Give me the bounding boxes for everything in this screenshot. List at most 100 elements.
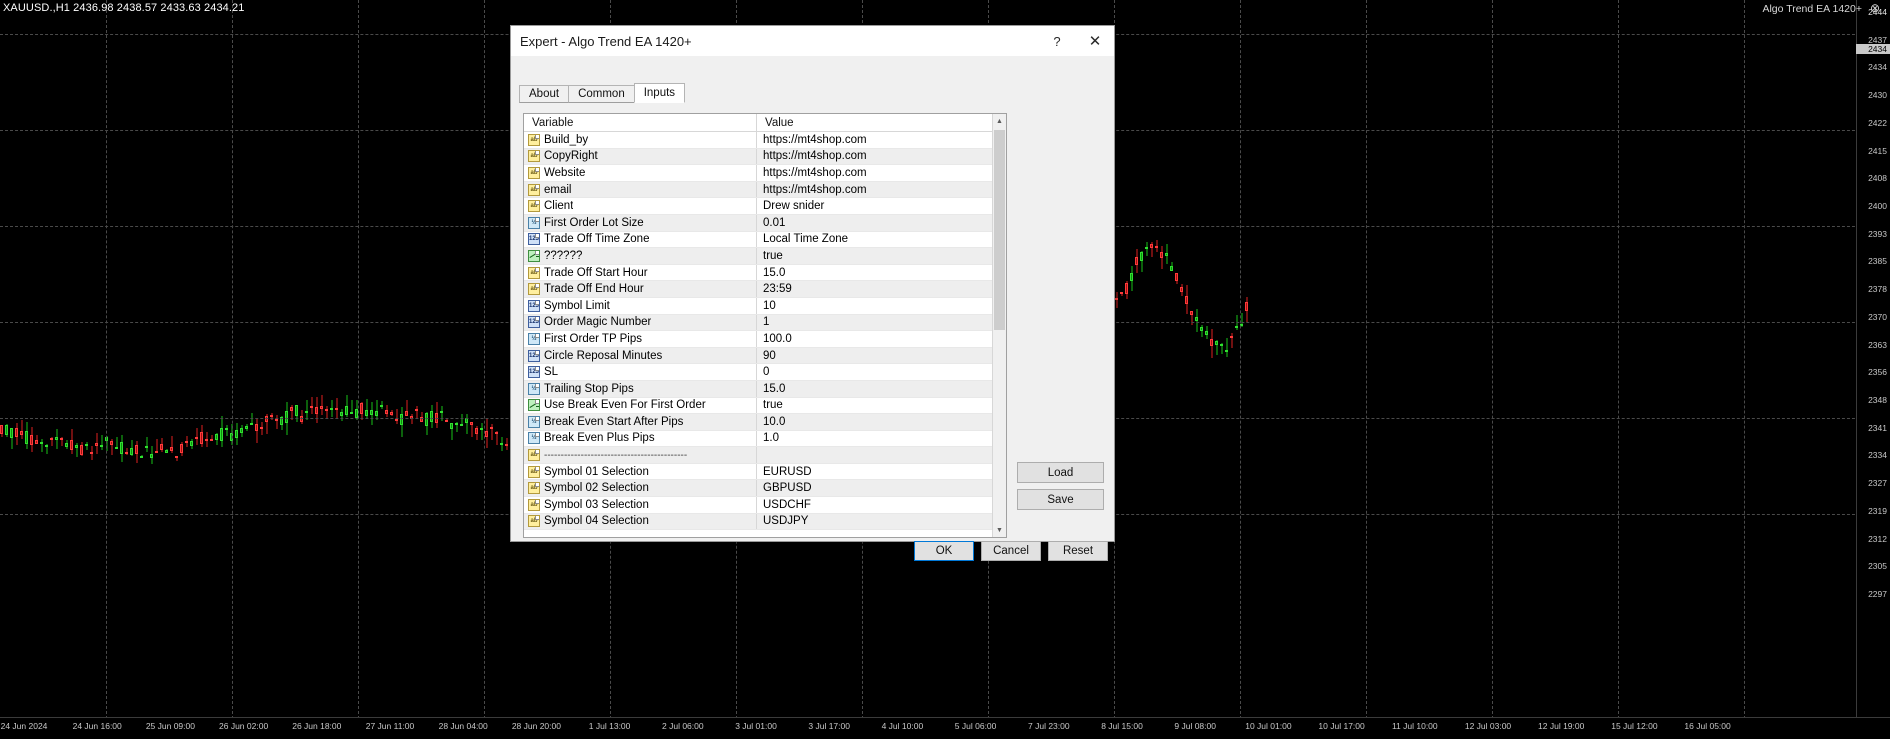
value-cell[interactable]: 10.0 <box>757 414 1006 430</box>
table-row[interactable]: ½ First Order TP Pips 100.0 <box>524 331 1006 348</box>
value-cell[interactable]: USDCHF <box>757 497 1006 513</box>
table-row[interactable]: ½ Trailing Stop Pips 15.0 <box>524 380 1006 398</box>
value-cell[interactable]: 1 <box>757 315 1006 331</box>
value-cell[interactable]: Drew snider <box>757 198 1006 214</box>
table-row[interactable]: 123 Circle Reposal Minutes 90 <box>524 347 1006 365</box>
value-cell[interactable]: https://mt4shop.com <box>757 165 1006 181</box>
save-button[interactable]: Save <box>1017 489 1104 510</box>
table-row[interactable]: ab Client Drew snider <box>524 198 1006 215</box>
variable-cell[interactable]: ab --------------------------------------… <box>524 447 757 463</box>
time-tick: 16 Jul 05:00 <box>1684 721 1731 731</box>
table-row[interactable]: 123 Trade Off Time Zone Local Time Zone <box>524 231 1006 249</box>
variable-cell[interactable]: ab Build_by <box>524 132 757 148</box>
value-cell[interactable]: Local Time Zone <box>757 232 1006 248</box>
value-cell[interactable]: 90 <box>757 348 1006 364</box>
table-row[interactable]: ab Symbol 04 Selection USDJPY <box>524 513 1006 531</box>
table-row[interactable]: 123 Order Magic Number 1 <box>524 314 1006 332</box>
variable-cell[interactable]: ab Symbol 01 Selection <box>524 463 757 480</box>
ok-button[interactable]: OK <box>914 541 974 561</box>
variable-cell[interactable]: ½ First Order TP Pips <box>524 331 757 347</box>
table-row[interactable]: ab Symbol 01 Selection EURUSD <box>524 463 1006 481</box>
scroll-down-icon[interactable]: ▼ <box>993 523 1006 537</box>
variable-cell[interactable]: ab Symbol 04 Selection <box>524 513 757 530</box>
help-button[interactable]: ? <box>1038 27 1076 56</box>
bool-type-icon <box>528 249 540 262</box>
table-row[interactable]: ab Website https://mt4shop.com <box>524 165 1006 182</box>
value-cell[interactable]: 0 <box>757 364 1006 380</box>
table-row[interactable]: ab Trade Off Start Hour 15.0 <box>524 264 1006 282</box>
bool-type-icon <box>528 399 540 412</box>
table-row[interactable]: ½ First Order Lot Size 0.01 <box>524 214 1006 232</box>
dialog-titlebar[interactable]: Expert - Algo Trend EA 1420+ ? ✕ <box>511 26 1114 56</box>
value-cell[interactable]: https://mt4shop.com <box>757 132 1006 148</box>
table-scrollbar[interactable]: ▲ ▼ <box>992 114 1006 537</box>
value-cell[interactable]: 100.0 <box>757 331 1006 347</box>
variable-cell[interactable]: ½ Break Even Start After Pips <box>524 414 757 430</box>
table-row[interactable]: ab email https://mt4shop.com <box>524 181 1006 199</box>
variable-cell[interactable]: ?????? <box>524 248 757 264</box>
scrollbar-thumb[interactable] <box>994 130 1005 330</box>
reset-button[interactable]: Reset <box>1048 541 1108 561</box>
table-row[interactable]: ?????? true <box>524 248 1006 265</box>
value-cell[interactable]: 10 <box>757 298 1006 314</box>
close-icon[interactable]: ✕ <box>1076 27 1114 56</box>
variable-cell[interactable]: 123 Symbol Limit <box>524 297 757 314</box>
variable-cell[interactable]: ½ Break Even Plus Pips <box>524 430 757 447</box>
time-axis[interactable]: 24 Jun 2024 24 Jun 16:00 25 Jun 09:00 26 Ju… <box>0 717 1890 739</box>
table-row[interactable]: ½ Break Even Start After Pips 10.0 <box>524 414 1006 431</box>
value-cell[interactable]: GBPUSD <box>757 480 1006 496</box>
table-row[interactable]: ab Trade Off End Hour 23:59 <box>524 281 1006 298</box>
value-cell[interactable]: true <box>757 398 1006 414</box>
variable-cell[interactable]: ab Symbol 03 Selection <box>524 497 757 513</box>
variable-cell[interactable]: ab Symbol 02 Selection <box>524 480 757 497</box>
value-cell[interactable]: true <box>757 248 1006 264</box>
table-row[interactable]: Use Break Even For First Order true <box>524 397 1006 415</box>
variable-cell[interactable]: 123 Trade Off Time Zone <box>524 231 757 248</box>
value-cell[interactable]: https://mt4shop.com <box>757 149 1006 165</box>
candlestick <box>115 437 118 449</box>
variable-cell[interactable]: ½ Trailing Stop Pips <box>524 380 757 397</box>
value-cell[interactable]: 0.01 <box>757 215 1006 231</box>
value-cell[interactable] <box>757 447 1006 463</box>
value-cell[interactable]: 15.0 <box>757 381 1006 397</box>
variable-cell[interactable]: Use Break Even For First Order <box>524 397 757 414</box>
variable-cell[interactable]: ab Trade Off Start Hour <box>524 264 757 281</box>
column-header-variable[interactable]: Variable <box>524 114 757 131</box>
variable-label: Trade Off Time Zone <box>544 233 650 246</box>
tab-inputs[interactable]: Inputs <box>633 83 686 103</box>
table-row[interactable]: ab --------------------------------------… <box>524 447 1006 464</box>
column-header-value[interactable]: Value <box>757 114 1006 131</box>
table-row[interactable]: ab CopyRight https://mt4shop.com <box>524 148 1006 166</box>
time-tick: 2 Jul 06:00 <box>662 721 704 731</box>
value-cell[interactable]: https://mt4shop.com <box>757 182 1006 198</box>
table-row[interactable]: ab Build_by https://mt4shop.com <box>524 132 1006 149</box>
value-cell[interactable]: 23:59 <box>757 281 1006 297</box>
table-row[interactable]: 123 SL 0 <box>524 364 1006 381</box>
variable-cell[interactable]: ab Trade Off End Hour <box>524 281 757 297</box>
variable-cell[interactable]: 123 Circle Reposal Minutes <box>524 347 757 364</box>
cancel-button[interactable]: Cancel <box>981 541 1041 561</box>
inputs-table[interactable]: Variable Value ab Build_by https://mt4shop… <box>523 113 1007 538</box>
scroll-up-icon[interactable]: ▲ <box>993 114 1006 128</box>
value-cell[interactable]: EURUSD <box>757 464 1006 480</box>
variable-cell[interactable]: 123 Order Magic Number <box>524 314 757 331</box>
variable-cell[interactable]: ab CopyRight <box>524 148 757 165</box>
variable-cell[interactable]: ab email <box>524 181 757 198</box>
variable-cell[interactable]: ab Client <box>524 198 757 214</box>
table-row[interactable]: ½ Break Even Plus Pips 1.0 <box>524 430 1006 448</box>
table-row[interactable]: ab Symbol 03 Selection USDCHF <box>524 497 1006 514</box>
tab-about[interactable]: About <box>519 85 570 103</box>
value-cell[interactable]: 1.0 <box>757 431 1006 447</box>
value-cell[interactable]: USDJPY <box>757 514 1006 530</box>
variable-cell[interactable]: 123 SL <box>524 364 757 380</box>
tab-common[interactable]: Common <box>568 85 635 103</box>
price-axis[interactable]: 2444 2437 2434 2430 2422 2415 2408 2400 2393 2385… <box>1856 0 1890 717</box>
load-button[interactable]: Load <box>1017 462 1104 483</box>
candlestick <box>205 431 208 447</box>
table-row[interactable]: 123 Symbol Limit 10 <box>524 297 1006 315</box>
variable-cell[interactable]: ½ First Order Lot Size <box>524 214 757 231</box>
table-row[interactable]: ab Symbol 02 Selection GBPUSD <box>524 480 1006 498</box>
value-cell[interactable]: 15.0 <box>757 265 1006 281</box>
variable-cell[interactable]: ab Website <box>524 165 757 181</box>
candlestick <box>1175 272 1178 285</box>
